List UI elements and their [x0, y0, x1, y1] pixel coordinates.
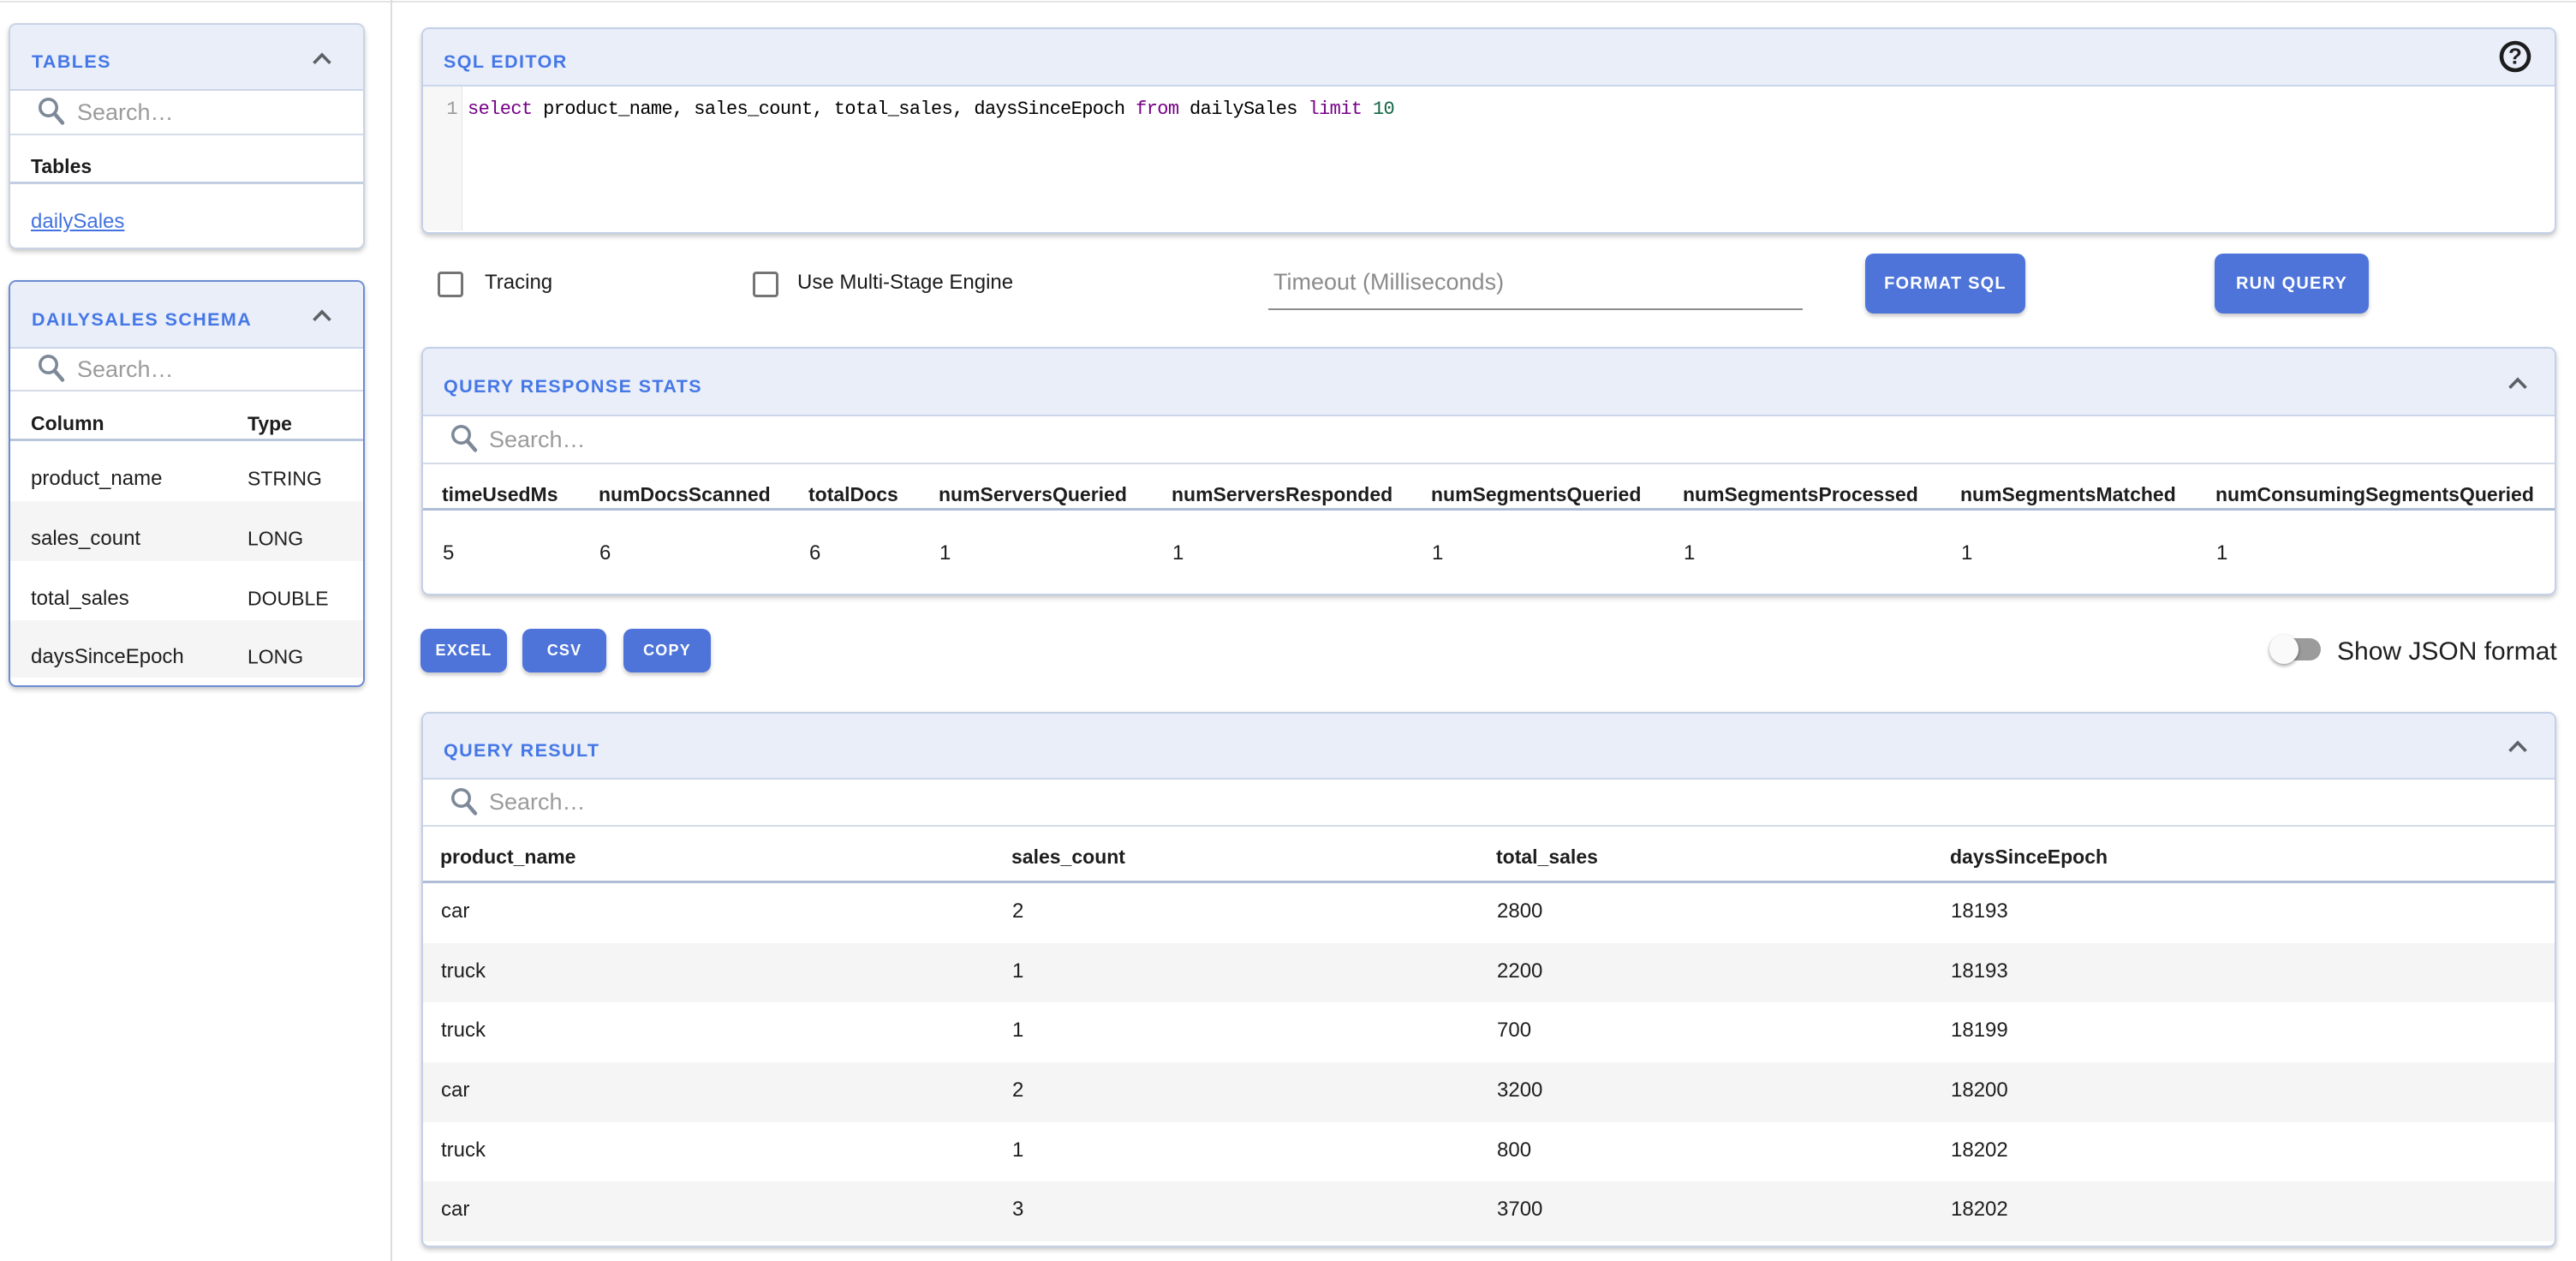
- svg-text:?: ?: [2508, 44, 2522, 69]
